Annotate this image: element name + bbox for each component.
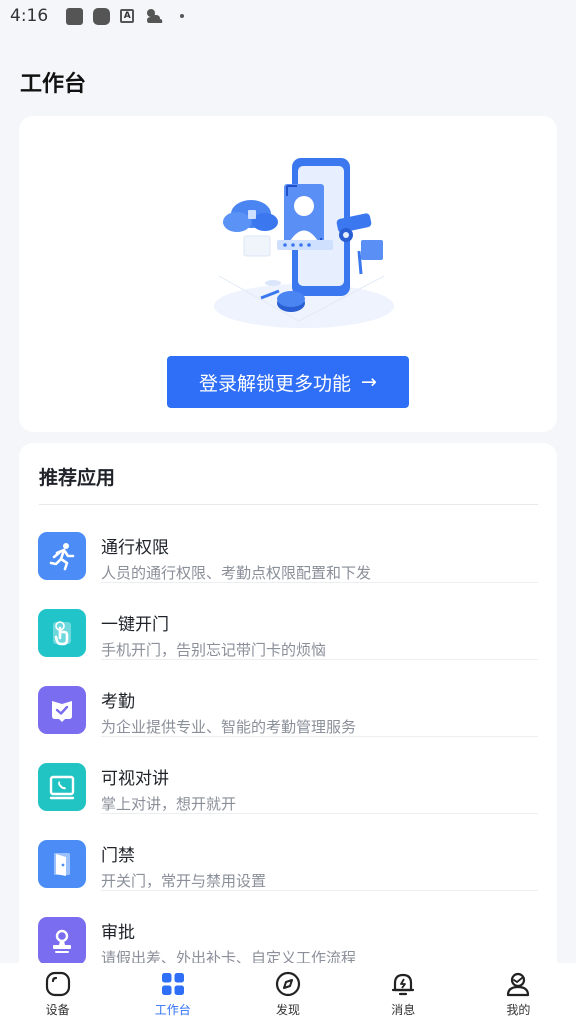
running-person-icon (38, 532, 86, 580)
app-name: 通行权限 (101, 538, 169, 558)
smart-access-illustration (214, 158, 394, 328)
status-time: 4:16 (10, 6, 49, 26)
app-desc: 掌上对讲，想开就开 (101, 795, 237, 813)
app-name: 一键开门 (101, 615, 169, 635)
app-desc: 手机开门，告别忘记带门卡的烦恼 (101, 641, 327, 659)
tab-label: 发现 (276, 1003, 301, 1017)
app-name: 考勤 (101, 692, 135, 712)
recommended-apps-card: 推荐应用 通行权限 人员的通行权限、考勤点权限配置和下发 一键开门 手机开门，告… (19, 443, 557, 983)
app-name: 门禁 (101, 846, 135, 866)
tab-workbench[interactable]: 工作台 (115, 963, 230, 1024)
app-item-approval[interactable]: 审批 请假出差、外出补卡、自定义工作流程 (19, 890, 557, 967)
tab-label: 设备 (45, 1003, 70, 1017)
app-item-one-key-open[interactable]: 一键开门 手机开门，告别忘记带门卡的烦恼 (19, 582, 557, 660)
intercom-phone-icon (38, 763, 86, 811)
bottom-tab-bar: 设备 工作台 发现 消息 我的 (0, 963, 576, 1024)
app-desc: 人员的通行权限、考勤点权限配置和下发 (101, 564, 372, 582)
login-unlock-button[interactable]: 登录解锁更多功能 → (167, 356, 409, 408)
status-bar: 4:16 A (0, 0, 576, 32)
weather-icon (147, 9, 163, 23)
keyboard-icon: A (120, 9, 135, 23)
user-icon (507, 972, 530, 997)
tab-label: 我的 (506, 1003, 531, 1017)
app-desc: 开关门，常开与禁用设置 (101, 872, 267, 890)
shield-check-icon (38, 686, 86, 734)
compass-icon (275, 971, 301, 997)
tab-label: 消息 (391, 1003, 416, 1017)
stamp-icon (38, 917, 86, 965)
device-icon (45, 971, 70, 997)
tab-mine[interactable]: 我的 (461, 963, 576, 1024)
section-title: 推荐应用 (39, 467, 116, 489)
hero-card: 登录解锁更多功能 → (19, 116, 557, 432)
app-notification-icon (93, 7, 111, 25)
app-name: 审批 (101, 923, 135, 943)
tap-hand-icon (38, 609, 86, 657)
tab-messages[interactable]: 消息 (346, 963, 461, 1024)
login-button-label: 登录解锁更多功能 (199, 372, 352, 395)
app-list: 通行权限 人员的通行权限、考勤点权限配置和下发 一键开门 手机开门，告别忘记带门… (19, 505, 557, 967)
app-desc: 为企业提供专业、智能的考勤管理服务 (101, 718, 357, 736)
tab-devices[interactable]: 设备 (0, 963, 115, 1024)
app-item-access-permission[interactable]: 通行权限 人员的通行权限、考勤点权限配置和下发 (19, 505, 557, 583)
page-title: 工作台 (20, 72, 87, 97)
more-notifications-dot (180, 14, 185, 18)
notification-icon (66, 7, 84, 25)
grid-icon (161, 973, 184, 995)
app-item-attendance[interactable]: 考勤 为企业提供专业、智能的考勤管理服务 (19, 659, 557, 737)
app-name: 可视对讲 (101, 769, 169, 789)
app-item-video-intercom[interactable]: 可视对讲 掌上对讲，想开就开 (19, 736, 557, 814)
bell-icon (392, 973, 415, 996)
door-icon (38, 840, 86, 888)
arrow-right-icon: → (361, 371, 377, 393)
tab-label: 工作台 (154, 1003, 191, 1017)
app-item-door-access[interactable]: 门禁 开关门，常开与禁用设置 (19, 813, 557, 891)
tab-discover[interactable]: 发现 (230, 963, 345, 1024)
